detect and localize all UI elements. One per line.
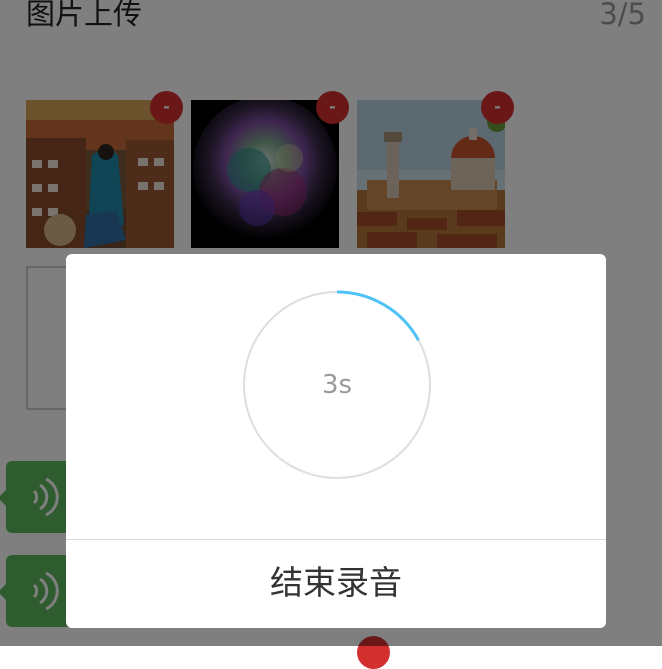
stop-recording-button[interactable]: 结束录音 bbox=[66, 540, 606, 628]
elapsed-seconds: 3s bbox=[321, 370, 353, 400]
recording-dialog: 3s 结束录音 bbox=[66, 254, 606, 628]
